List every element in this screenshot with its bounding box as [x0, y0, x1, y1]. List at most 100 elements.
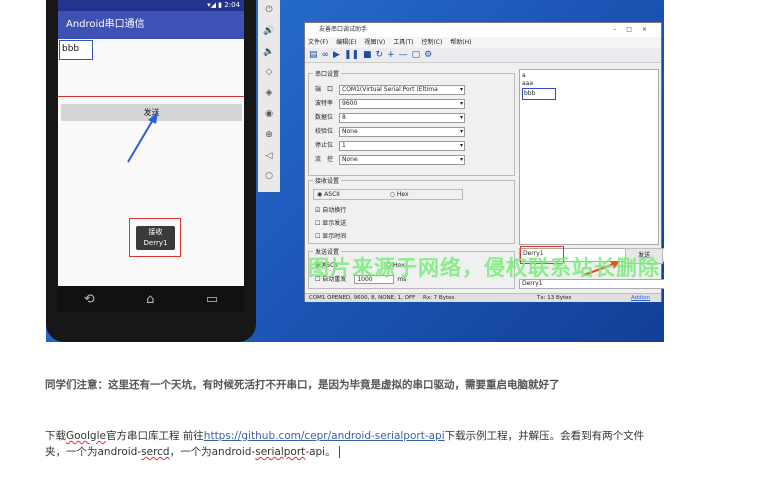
baud-row: 波特率 9600: [315, 98, 465, 109]
receive-line-highlighted: bbb: [522, 88, 556, 100]
text-segment: serialport: [255, 446, 306, 458]
note-paragraph: 同学们注意：这里还有一个天坑，有时候死活打不开串口，是因为毕竟是虚拟的串口驱动，…: [45, 379, 560, 391]
databits-label: 数据位: [315, 114, 334, 121]
toast: 接收 Derry1: [136, 226, 175, 250]
text-segment: 官方串口库工程 前往: [105, 430, 204, 442]
flow-label: 流 控: [315, 156, 334, 163]
text-segment: -api。: [305, 446, 336, 458]
menu-tools[interactable]: 工具(T): [393, 39, 413, 46]
status-time: 2:04: [224, 1, 240, 9]
pause-icon[interactable]: ❚❚: [344, 50, 359, 60]
window-title-text: 友善串口调试助手: [319, 26, 368, 33]
window-controls[interactable]: –□×: [613, 23, 657, 37]
rx-hex-radio[interactable]: ○ Hex: [390, 191, 409, 198]
serial-settings-group: 串口设置 端 口 COM1(Virtual Serial Port (Eltima…: [308, 69, 515, 176]
stopbits-select[interactable]: 1: [339, 140, 465, 151]
parity-row: 校验位 None: [315, 126, 465, 137]
show-send-checkbox[interactable]: ☐ 显示发送: [315, 218, 346, 229]
back-nav-icon[interactable]: ⟲: [84, 292, 95, 307]
baud-select[interactable]: 9600: [339, 98, 465, 109]
flow-select[interactable]: None: [339, 154, 465, 165]
toast-line-1: 接收: [148, 228, 163, 236]
menu-control[interactable]: 控制(C): [421, 39, 442, 46]
window-icon[interactable]: ▢: [412, 50, 421, 60]
menu-file[interactable]: 文件(F): [308, 39, 328, 46]
add-icon[interactable]: +: [387, 50, 395, 60]
remove-icon[interactable]: —: [399, 50, 408, 60]
receive-area[interactable]: a aaa bbb: [519, 69, 659, 245]
screenshot-image: ▾◢ ▮ 2:04 Android串口通信 bbb 发送 接收 Derry1 ⟲…: [46, 0, 664, 342]
home-nav-icon[interactable]: ⌂: [146, 292, 154, 307]
camera-icon[interactable]: ◉: [265, 104, 273, 125]
refresh-icon[interactable]: ↻: [376, 50, 384, 60]
toast-highlight: 接收 Derry1: [129, 218, 181, 257]
divider: [58, 96, 244, 97]
text-segment: sercd: [141, 446, 170, 458]
auto-newline-checkbox[interactable]: ☑ 自动换行: [315, 205, 346, 216]
menu-help[interactable]: 帮助(H): [450, 39, 471, 46]
back-icon[interactable]: ◁: [266, 146, 273, 167]
download-paragraph: 下载Goolgle官方串口库工程 前往https://github.com/ce…: [45, 428, 665, 460]
app-title: Android串口通信: [58, 11, 244, 39]
receive-line: a: [522, 72, 526, 79]
emulator-toolbar: ⏻ 🔊 🔉 ◇ ◈ ◉ ⊕ ◁ ○ □ ···: [258, 0, 280, 223]
serial-settings-label: 串口设置: [313, 69, 342, 78]
send-input[interactable]: bbb: [59, 40, 93, 60]
link-icon[interactable]: ∞: [322, 50, 330, 60]
nav-bar: ⟲ ⌂ ▭: [58, 286, 244, 312]
play-icon[interactable]: ▶: [333, 50, 340, 60]
show-send-label: 显示发送: [322, 220, 347, 227]
rotate-right-icon[interactable]: ◈: [266, 83, 273, 104]
home-icon[interactable]: ○: [265, 166, 273, 187]
status-port: COM1 OPENED, 9600, 8, NONE, 1, OFF: [309, 295, 416, 301]
toast-line-2: Derry1: [143, 239, 168, 247]
port-row: 端 口 COM1(Virtual Serial Port (Eltima: [315, 84, 465, 95]
volume-down-icon[interactable]: 🔉: [263, 42, 274, 63]
watermark: 图片来源于网络，侵权联系站长删除！: [308, 256, 664, 280]
overview-icon[interactable]: □: [265, 187, 274, 208]
databits-row: 数据位 8: [315, 112, 465, 123]
rx-mode-box: ◉ ASCII ○ Hex: [313, 189, 463, 200]
rx-ascii-radio[interactable]: ◉ ASCII: [317, 191, 340, 198]
stopbits-label: 停止位: [315, 142, 334, 149]
auto-newline-label: 自动换行: [322, 207, 347, 214]
recents-nav-icon[interactable]: ▭: [206, 292, 218, 307]
volume-up-icon[interactable]: 🔊: [263, 21, 274, 42]
port-label: 端 口: [315, 86, 334, 93]
android-phone: ▾◢ ▮ 2:04 Android串口通信 bbb 发送 接收 Derry1 ⟲…: [46, 0, 256, 342]
menu-bar: 文件(F) 编辑(E) 视图(V) 工具(T) 控制(C) 帮助(H): [305, 37, 661, 48]
status-tx: Tx: 13 Bytes: [537, 295, 572, 301]
databits-select[interactable]: 8: [339, 112, 465, 123]
annotation-arrow-phone: [127, 112, 158, 163]
show-time-label: 显示时间: [322, 233, 347, 240]
more-icon[interactable]: ···: [265, 208, 274, 229]
toolbar: ▤ ∞ ▶ ❚❚ ■ ↻ + — ▢ ⚙: [305, 48, 661, 63]
baud-label: 波特率: [315, 100, 334, 107]
receive-settings-group: 接收设置 ◉ ASCII ○ Hex ☑ 自动换行 ☐ 显示发送 ☐ 显示时间: [308, 176, 515, 244]
window-title: 友善串口调试助手 –□×: [305, 23, 661, 37]
flow-row: 流 控 None: [315, 154, 465, 165]
power-icon[interactable]: ⏻: [265, 0, 272, 21]
receive-settings-label: 接收设置: [313, 176, 342, 185]
rotate-left-icon[interactable]: ◇: [266, 62, 273, 83]
menu-view[interactable]: 视图(V): [364, 39, 385, 46]
stop-icon[interactable]: ■: [363, 50, 372, 60]
repo-link[interactable]: https://github.com/cepr/android-serialpo…: [204, 430, 445, 442]
parity-select[interactable]: None: [339, 126, 465, 137]
port-select[interactable]: COM1(Virtual Serial Port (Eltima: [339, 84, 465, 95]
text-cursor: [338, 446, 340, 458]
status-link[interactable]: Addion: [631, 294, 650, 303]
menu-edit[interactable]: 编辑(E): [336, 39, 356, 46]
text-segment: Goolgle: [66, 430, 106, 442]
zoom-icon[interactable]: ⊕: [265, 125, 273, 146]
text-segment: ，一个为android-: [169, 446, 256, 458]
status-rx: Rx: 7 Bytes: [423, 295, 455, 301]
file-icon[interactable]: ▤: [309, 50, 318, 60]
text-segment: 下载: [45, 430, 66, 442]
receive-line: aaa: [522, 80, 534, 87]
parity-label: 校验位: [315, 128, 334, 135]
status-bar-tool: COM1 OPENED, 9600, 8, NONE, 1, OFF Rx: 7…: [305, 293, 661, 302]
show-time-checkbox[interactable]: ☐ 显示时间: [315, 231, 346, 242]
stopbits-row: 停止位 1: [315, 140, 465, 151]
settings-icon[interactable]: ⚙: [424, 50, 432, 60]
